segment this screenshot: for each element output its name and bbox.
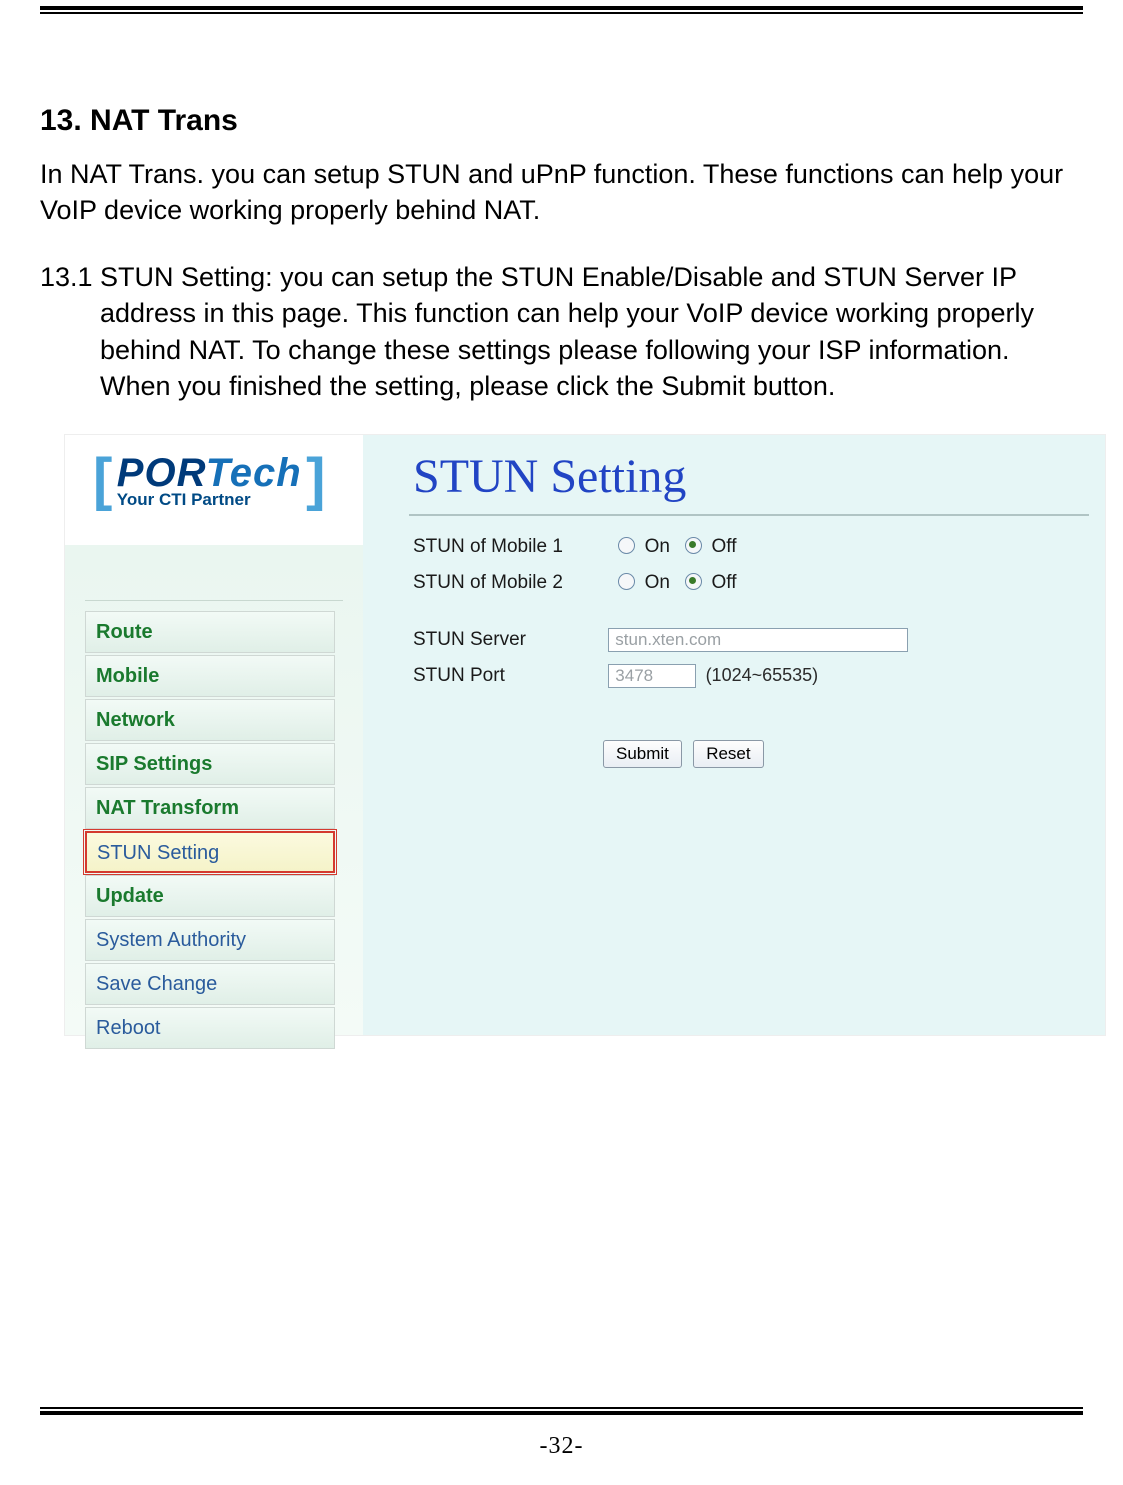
sidebar-item-mobile[interactable]: Mobile [85, 655, 335, 697]
stun-mobile2-off-radio[interactable] [685, 573, 702, 590]
bottom-rules [40, 1407, 1083, 1415]
sidebar-item-stun-setting[interactable]: STUN Setting [85, 831, 335, 873]
top-rule [40, 6, 1083, 10]
off-label-2: Off [711, 572, 736, 593]
form-title: STUN Setting [413, 449, 1105, 504]
on-label: On [645, 536, 670, 557]
on-label-2: On [645, 572, 670, 593]
form-area: STUN Setting STUN of Mobile 1 On Off STU [363, 435, 1105, 1035]
sidebar-item-sip-settings[interactable]: SIP Settings [85, 743, 335, 785]
stun-port-label: STUN Port [413, 665, 603, 687]
sidebar-menu: Route Mobile Network SIP Settings NAT Tr… [85, 600, 343, 1051]
logo: [ PORTech Your CTI Partner ] [93, 451, 325, 510]
sidebar: [ PORTech Your CTI Partner ] Route Mobil… [65, 435, 363, 1035]
stun-server-label: STUN Server [413, 629, 603, 651]
section-sub: 13.1 STUN Setting: you can setup the STU… [40, 259, 1083, 405]
stun-mobile1-off-radio[interactable] [685, 537, 702, 554]
sidebar-item-nat-transform[interactable]: NAT Transform [85, 787, 335, 829]
stun-port-range: (1024~65535) [706, 665, 819, 685]
form-divider [409, 514, 1089, 516]
stun-server-input[interactable] [608, 628, 908, 652]
page-number: -32- [0, 1433, 1123, 1460]
section-heading: 13. NAT Trans [40, 104, 1083, 138]
off-label: Off [711, 536, 736, 557]
sidebar-item-reboot[interactable]: Reboot [85, 1007, 335, 1049]
logo-text-tech: Tech [206, 451, 302, 495]
reset-button[interactable]: Reset [693, 740, 763, 768]
sidebar-item-route[interactable]: Route [85, 611, 335, 653]
sidebar-item-network[interactable]: Network [85, 699, 335, 741]
stun-port-input[interactable] [608, 664, 696, 688]
submit-button[interactable]: Submit [603, 740, 682, 768]
menu-separator [85, 600, 343, 601]
ui-screenshot: [ PORTech Your CTI Partner ] Route Mobil… [65, 435, 1105, 1035]
stun-mobile2-on-radio[interactable] [618, 573, 635, 590]
sidebar-item-save-change[interactable]: Save Change [85, 963, 335, 1005]
sidebar-item-update[interactable]: Update [85, 875, 335, 917]
logo-text-por: POR [117, 451, 206, 495]
section-intro: In NAT Trans. you can setup STUN and uPn… [40, 156, 1083, 229]
logo-bracket-right: ] [306, 451, 325, 509]
stun-mobile1-label: STUN of Mobile 1 [413, 536, 603, 558]
stun-mobile2-label: STUN of Mobile 2 [413, 572, 603, 594]
stun-mobile1-on-radio[interactable] [618, 537, 635, 554]
logo-bracket-left: [ [93, 451, 112, 509]
sidebar-item-system-authority[interactable]: System Authority [85, 919, 335, 961]
